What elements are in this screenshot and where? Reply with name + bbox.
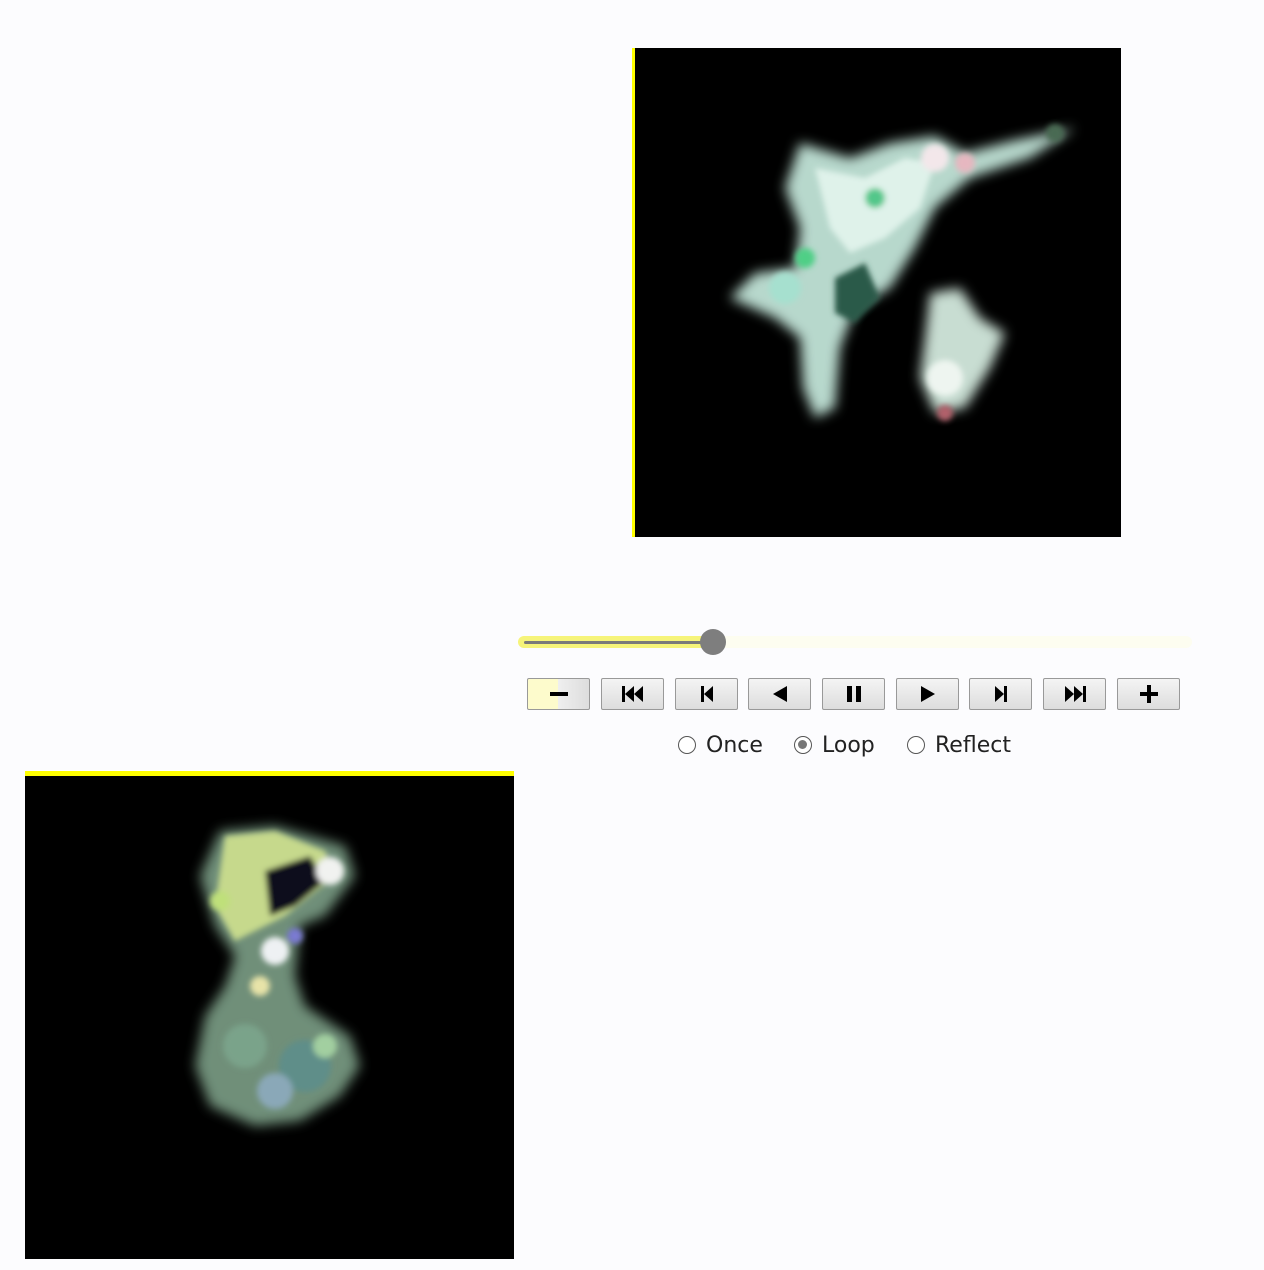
step-back-icon [700,686,713,702]
next-frame-button[interactable] [969,678,1032,710]
radio-reflect[interactable] [907,736,925,754]
slider-thumb[interactable] [700,629,726,655]
radio-loop[interactable] [794,736,812,754]
decrease-speed-button[interactable] [527,678,590,710]
animation-frame-top [632,48,1121,537]
frame-bottom-image [25,776,514,1259]
mode-once-label: Once [706,732,763,758]
previous-frame-button[interactable] [675,678,738,710]
mode-once[interactable]: Once [678,730,763,760]
increase-speed-button[interactable] [1117,678,1180,710]
pause-button[interactable] [822,678,885,710]
play-reverse-icon [772,686,787,702]
skip-to-start-icon [621,686,643,702]
first-frame-button[interactable] [601,678,664,710]
plus-icon [1139,685,1158,703]
frame-slider[interactable] [518,628,1192,656]
step-forward-icon [994,686,1007,702]
last-frame-button[interactable] [1043,678,1106,710]
skip-to-end-icon [1064,686,1086,702]
mode-loop[interactable]: Loop [794,730,875,760]
radio-once[interactable] [678,736,696,754]
minus-icon [549,692,568,696]
animation-frame-bottom [25,771,514,1259]
frame-top-image [635,48,1121,537]
play-icon [920,686,935,702]
playback-controls [527,678,1182,712]
mode-loop-label: Loop [822,732,875,758]
mode-reflect-label: Reflect [935,732,1011,758]
loop-mode-group: Once Loop Reflect [678,730,1038,760]
pause-icon [846,686,861,702]
mode-reflect[interactable]: Reflect [907,730,1011,760]
play-button[interactable] [896,678,959,710]
slider-progress-line [524,641,713,644]
play-reverse-button[interactable] [748,678,811,710]
